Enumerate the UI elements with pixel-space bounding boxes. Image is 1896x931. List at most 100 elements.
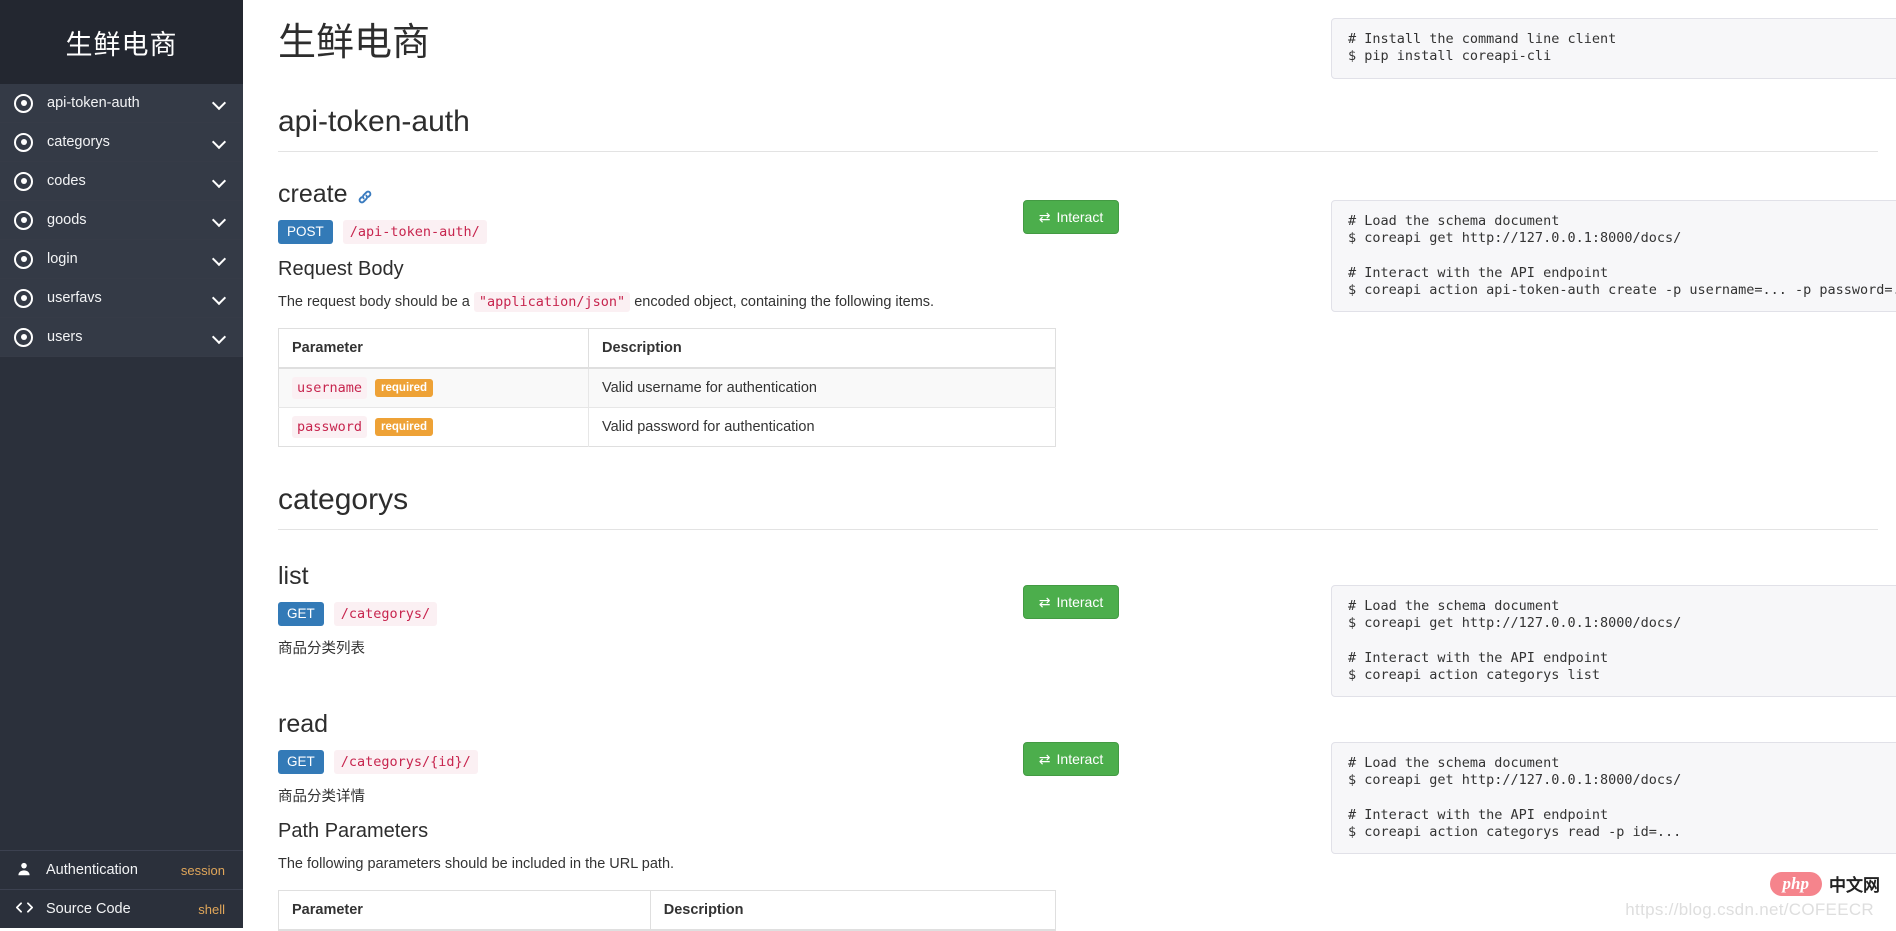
- method-row: POST /api-token-auth/: [278, 220, 1088, 244]
- group-heading-categorys: categorys: [278, 483, 1878, 530]
- csdn-watermark: https://blog.csdn.net/COFEECR: [1625, 900, 1874, 920]
- bullseye-icon: [14, 211, 33, 230]
- code-block-list: # Load the schema document $ coreapi get…: [1331, 585, 1896, 697]
- bullseye-icon: [14, 250, 33, 269]
- sidebar-item-label: userfavs: [47, 290, 213, 306]
- bullseye-icon: [14, 289, 33, 308]
- interact-button-create[interactable]: ⇄ Interact: [1023, 200, 1119, 234]
- main-content: 生鲜电商 api-token-auth create POST /api-tok…: [243, 0, 1896, 928]
- sidebar-footer: Authentication session Source Code shell: [0, 850, 243, 928]
- interact-button-list[interactable]: ⇄ Interact: [1023, 585, 1119, 619]
- documentation-column: 生鲜电商 api-token-auth create POST /api-tok…: [278, 0, 1088, 931]
- sidebar-item-login[interactable]: login: [0, 240, 243, 279]
- sidebar-item-goods[interactable]: goods: [0, 201, 243, 240]
- sidebar-item-label: categorys: [47, 134, 213, 150]
- path-parameters-heading: Path Parameters: [278, 820, 1088, 843]
- operation-name: read: [278, 710, 328, 739]
- group-heading-api-token-auth: api-token-auth: [278, 105, 1878, 152]
- operation-name: create: [278, 180, 347, 209]
- required-badge: required: [375, 418, 433, 436]
- page-title: 生鲜电商: [278, 18, 1088, 69]
- authentication-button[interactable]: Authentication session: [0, 850, 243, 889]
- endpoint-path: /categorys/: [334, 602, 437, 626]
- source-code-value: shell: [198, 902, 225, 917]
- sidebar-item-api-token-auth[interactable]: api-token-auth: [0, 84, 243, 123]
- table-header-row: Parameter Description: [279, 890, 1056, 930]
- sidebar-item-codes[interactable]: codes: [0, 162, 243, 201]
- authentication-label: Authentication: [46, 862, 181, 878]
- column-header-description: Description: [589, 329, 1056, 369]
- param-name: password: [292, 416, 367, 438]
- code-icon: [14, 901, 34, 917]
- source-code-label: Source Code: [46, 901, 198, 917]
- sidebar-item-label: api-token-auth: [47, 95, 213, 111]
- operation-list: list GET /categorys/ 商品分类列表: [278, 562, 1088, 658]
- content-type-code: "application/json": [474, 292, 630, 312]
- bullseye-icon: [14, 328, 33, 347]
- operation-description: 商品分类详情: [278, 785, 1088, 806]
- chevron-down-icon[interactable]: [213, 252, 227, 266]
- sidebar-item-categorys[interactable]: categorys: [0, 123, 243, 162]
- operation-title: create: [278, 180, 1088, 209]
- link-icon[interactable]: [355, 185, 375, 205]
- method-badge: POST: [278, 220, 333, 244]
- sidebar-item-label: codes: [47, 173, 213, 189]
- method-row: GET /categorys/{id}/: [278, 750, 1088, 774]
- sidebar-brand-text: 生鲜电商: [66, 23, 178, 62]
- source-code-button[interactable]: Source Code shell: [0, 889, 243, 928]
- code-block-read: # Load the schema document $ coreapi get…: [1331, 742, 1896, 854]
- request-body-text: The request body should be a "applicatio…: [278, 292, 1088, 314]
- operation-read: read GET /categorys/{id}/ 商品分类详情 Path Pa…: [278, 710, 1088, 931]
- column-header-description: Description: [650, 890, 1055, 930]
- interact-label: Interact: [1057, 209, 1104, 225]
- php-logo-watermark: php 中文网: [1770, 871, 1880, 896]
- chevron-down-icon[interactable]: [213, 135, 227, 149]
- path-parameters-table: Parameter Description: [278, 890, 1056, 931]
- endpoint-path: /api-token-auth/: [343, 220, 487, 244]
- operation-title: read: [278, 710, 1088, 739]
- sidebar-nav: api-token-auth categorys codes goods log…: [0, 84, 243, 357]
- php-logo-text: php: [1770, 872, 1822, 896]
- sidebar-item-users[interactable]: users: [0, 318, 243, 357]
- interact-label: Interact: [1057, 751, 1104, 767]
- php-cn-text: 中文网: [1829, 871, 1880, 896]
- endpoint-path: /categorys/{id}/: [334, 750, 478, 774]
- operation-create: create POST /api-token-auth/ Request Bod…: [278, 180, 1088, 447]
- bullseye-icon: [14, 94, 33, 113]
- method-row: GET /categorys/: [278, 602, 1088, 626]
- param-name: username: [292, 377, 367, 399]
- chevron-down-icon[interactable]: [213, 213, 227, 227]
- path-parameters-text: The following parameters should be inclu…: [278, 854, 1088, 876]
- sidebar-item-label: users: [47, 329, 213, 345]
- param-description: Valid password for authentication: [589, 408, 1056, 447]
- request-body-text-after: encoded object, containing the following…: [630, 294, 934, 310]
- request-body-text-before: The request body should be a: [278, 294, 474, 310]
- required-badge: required: [375, 379, 433, 397]
- sidebar: 生鲜电商 api-token-auth categorys codes good…: [0, 0, 243, 928]
- request-body-heading: Request Body: [278, 258, 1088, 281]
- column-header-parameter: Parameter: [279, 329, 589, 369]
- bullseye-icon: [14, 172, 33, 191]
- authentication-value: session: [181, 863, 225, 878]
- param-description: Valid username for authentication: [589, 368, 1056, 408]
- operation-description: 商品分类列表: [278, 637, 1088, 658]
- table-row: username required Valid username for auth…: [279, 368, 1056, 408]
- request-body-table: Parameter Description username required V…: [278, 328, 1056, 447]
- install-code-block: # Install the command line client $ pip …: [1331, 18, 1896, 79]
- column-header-parameter: Parameter: [279, 890, 651, 930]
- interact-button-read[interactable]: ⇄ Interact: [1023, 742, 1119, 776]
- operation-name: list: [278, 562, 309, 591]
- swap-icon: ⇄: [1039, 595, 1051, 609]
- chevron-down-icon[interactable]: [213, 96, 227, 110]
- code-block-create: # Load the schema document $ coreapi get…: [1331, 200, 1896, 312]
- sidebar-item-userfavs[interactable]: userfavs: [0, 279, 243, 318]
- operation-title: list: [278, 562, 1088, 591]
- chevron-down-icon[interactable]: [213, 174, 227, 188]
- table-row: password required Valid password for auth…: [279, 408, 1056, 447]
- chevron-down-icon[interactable]: [213, 330, 227, 344]
- sidebar-item-label: login: [47, 251, 213, 267]
- user-icon: [14, 862, 34, 879]
- table-header-row: Parameter Description: [279, 329, 1056, 369]
- param-cell: username required: [279, 368, 589, 408]
- chevron-down-icon[interactable]: [213, 291, 227, 305]
